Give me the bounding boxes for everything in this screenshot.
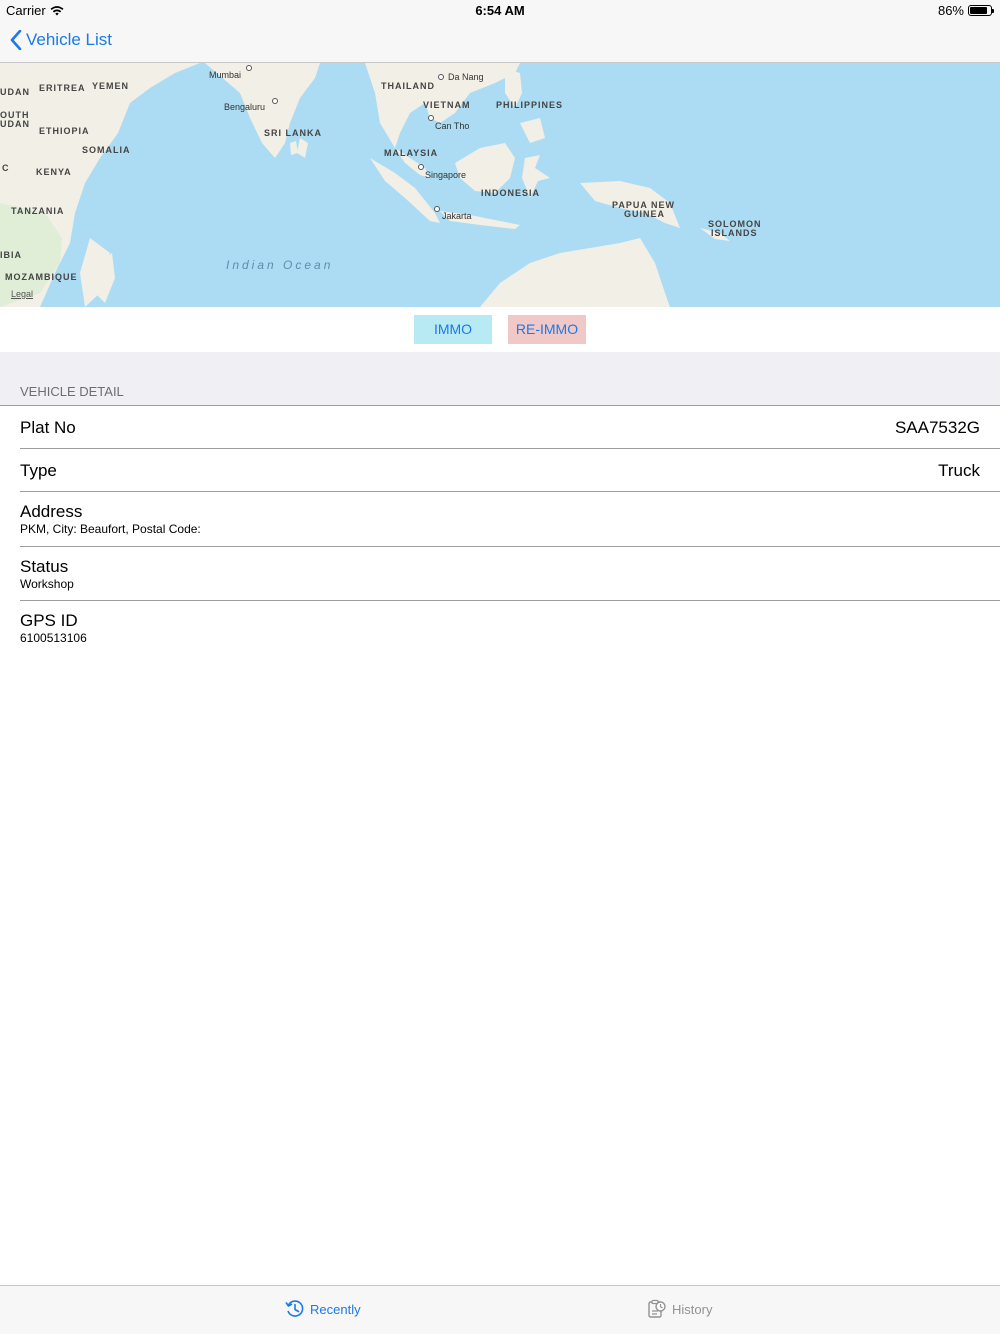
map-city-singapore: Singapore: [425, 170, 467, 180]
detail-row-address: Address PKM, City: Beaufort, Postal Code…: [20, 492, 1000, 547]
clipboard-clock-icon: [648, 1299, 666, 1318]
map-label-ibia: IBIA: [0, 250, 22, 260]
type-label: Type: [20, 461, 57, 480]
gps-id-value: 6100513106: [20, 631, 87, 645]
map-label-ethiopia: ETHIOPIA: [39, 126, 90, 136]
map-label-c: C: [2, 163, 10, 173]
map-city-bengaluru: Bengaluru: [224, 102, 266, 112]
map-city-jakarta: Jakarta: [442, 211, 472, 221]
map-label-png2: GUINEA: [624, 209, 666, 219]
map-label-sri-lanka: SRI LANKA: [264, 128, 322, 138]
detail-row-type: Type Truck: [20, 449, 1000, 492]
status-bar: Carrier 6:54 AM 86%: [0, 0, 1000, 22]
vehicle-detail-section-header: VEHICLE DETAIL: [0, 352, 1000, 406]
detail-row-plat-no: Plat No SAA7532G: [20, 406, 1000, 449]
type-value: Truck: [938, 461, 980, 480]
chevron-left-icon: [10, 30, 22, 50]
map-label-solomon2: ISLANDS: [711, 228, 758, 238]
map-label-kenya: KENYA: [36, 167, 72, 177]
map-label-somalia: SOMALIA: [82, 145, 131, 155]
map-label-mozambique: MOZAMBIQUE: [5, 272, 78, 282]
status-label: Status: [20, 557, 69, 576]
back-button[interactable]: Vehicle List: [10, 30, 112, 50]
map-legal-link[interactable]: Legal: [11, 289, 33, 299]
map-label-thailand: THAILAND: [381, 81, 435, 91]
map-label-yemen: YEMEN: [92, 81, 130, 91]
map-label-sudan2: UDAN: [0, 119, 30, 129]
map-label-malaysia: MALAYSIA: [384, 148, 439, 158]
battery-indicator: 86%: [937, 3, 994, 18]
battery-percent: 86%: [937, 3, 964, 18]
section-title: VEHICLE DETAIL: [20, 384, 124, 399]
tab-history[interactable]: History: [647, 1299, 712, 1319]
detail-row-status: Status Workshop: [20, 547, 1000, 601]
tab-recently[interactable]: Recently: [285, 1299, 361, 1319]
map-city-mumbai: Mumbai: [209, 70, 242, 80]
detail-row-gps-id: GPS ID 6100513106: [20, 601, 1000, 655]
action-button-row: IMMO RE-IMMO: [0, 307, 1000, 352]
tab-history-label: History: [672, 1301, 713, 1317]
clock: 6:54 AM: [475, 3, 525, 18]
map-label-indonesia: INDONESIA: [481, 188, 541, 198]
gps-id-label: GPS ID: [20, 611, 78, 630]
status-value: Workshop: [20, 577, 74, 591]
plat-no-label: Plat No: [20, 418, 76, 437]
map-label-eritrea: ERITREA: [39, 83, 86, 93]
map-label-philippines: PHILIPPINES: [496, 100, 564, 110]
map-view[interactable]: UDAN ERITREA YEMEN OUTH UDAN ETHIOPIA SO…: [0, 63, 1000, 307]
map-city-can-tho: Can Tho: [435, 121, 470, 131]
tab-bar: Recently History: [0, 1285, 1000, 1334]
plat-no-value: SAA7532G: [894, 418, 980, 437]
address-value: PKM, City: Beaufort, Postal Code:: [20, 522, 201, 536]
address-label: Address: [20, 502, 83, 521]
immo-button[interactable]: IMMO: [414, 315, 492, 344]
back-label: Vehicle List: [26, 30, 112, 49]
navigation-bar: Vehicle List: [0, 22, 1000, 63]
map-label-udan: UDAN: [0, 87, 30, 97]
map-label-vietnam: VIETNAM: [423, 100, 471, 110]
map-city-da-nang: Da Nang: [448, 72, 484, 82]
battery-icon: [968, 5, 994, 16]
tab-recently-label: Recently: [310, 1301, 361, 1317]
map-label-tanzania: TANZANIA: [11, 206, 65, 216]
history-clock-icon: [285, 1300, 304, 1317]
map-ocean-label: Indian Ocean: [226, 258, 334, 272]
reimmo-button[interactable]: RE-IMMO: [508, 315, 586, 344]
